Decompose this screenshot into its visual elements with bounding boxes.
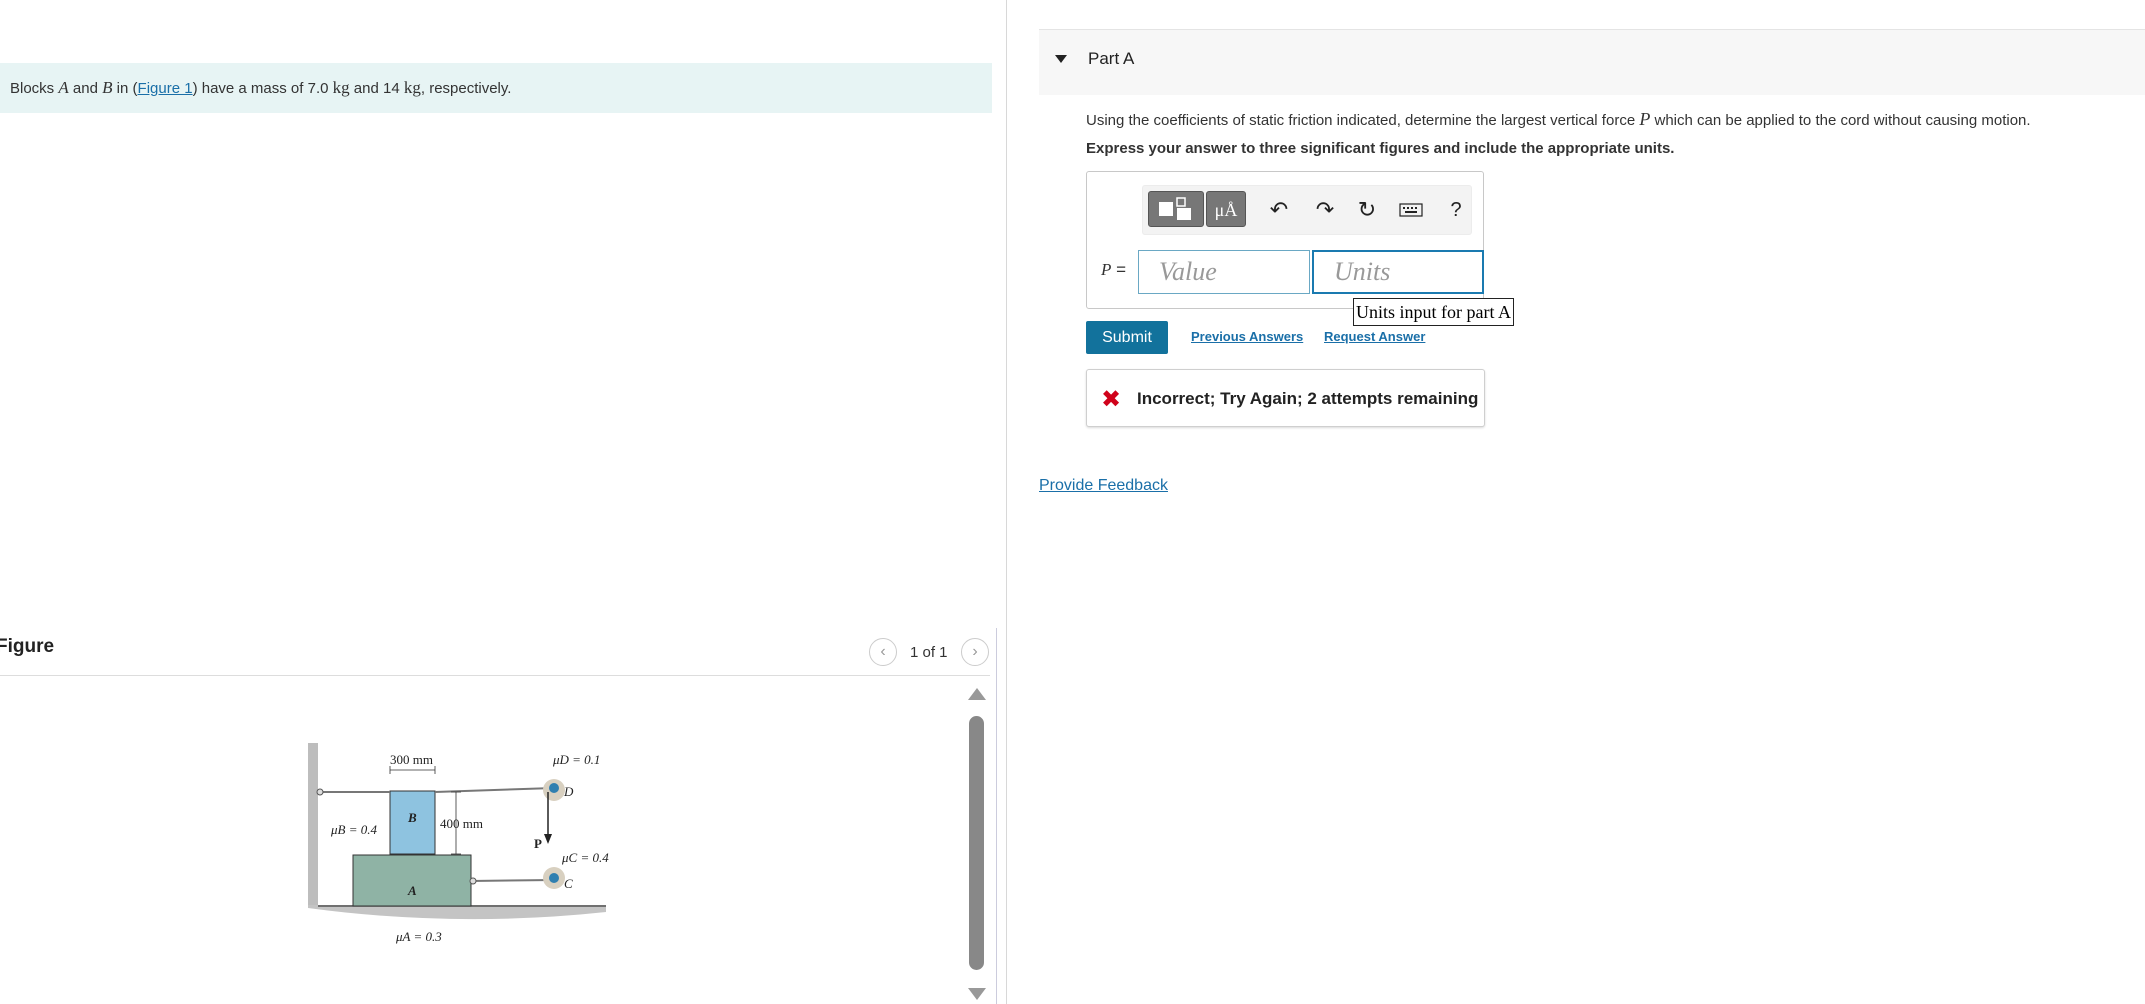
block-a-label: A bbox=[407, 883, 417, 898]
units-tooltip: Units input for part A bbox=[1353, 298, 1514, 326]
feedback-box: ✖ Incorrect; Try Again; 2 attempts remai… bbox=[1086, 369, 1485, 427]
redo-icon[interactable]: ↷ bbox=[1311, 196, 1339, 224]
units-button[interactable]: μÅ bbox=[1206, 191, 1246, 227]
cord-b-d bbox=[434, 787, 555, 793]
problem-text: and 14 bbox=[349, 80, 404, 97]
var-b: B bbox=[102, 78, 113, 97]
block-a bbox=[352, 854, 472, 907]
answer-label: P = bbox=[1101, 260, 1126, 280]
provide-feedback-link[interactable]: Provide Feedback bbox=[1039, 477, 1168, 495]
answer-var: P bbox=[1101, 260, 1112, 279]
force-arrow bbox=[544, 834, 552, 844]
scrollbar-thumb[interactable] bbox=[969, 716, 984, 970]
unit-kg: kg bbox=[403, 78, 421, 97]
dim-300-label: 300 mm bbox=[390, 752, 433, 767]
ground bbox=[308, 905, 606, 920]
pulley-d-hub bbox=[549, 783, 559, 793]
problem-text: Blocks bbox=[10, 80, 59, 97]
reset-icon[interactable]: ↻ bbox=[1353, 196, 1381, 224]
question-var: P bbox=[1639, 109, 1651, 129]
chevron-left-icon: ‹ bbox=[880, 643, 886, 660]
part-title: Part A bbox=[1088, 49, 1135, 68]
mu-c-label: μC = 0.4 bbox=[561, 850, 609, 865]
value-input[interactable]: Value bbox=[1138, 250, 1310, 294]
pager-next-button[interactable]: › bbox=[961, 638, 989, 666]
answer-box: μÅ ↶ ↷ ↻ ? P = Value Units bbox=[1086, 171, 1484, 309]
pager-prev-button[interactable]: ‹ bbox=[869, 638, 897, 666]
mu-b-label: μB = 0.4 bbox=[330, 822, 377, 837]
templates-button[interactable] bbox=[1148, 191, 1204, 227]
block-b-label: B bbox=[407, 810, 417, 825]
question-text: Using the coefficients of static frictio… bbox=[1086, 109, 2031, 130]
figure-title: Figure bbox=[0, 636, 55, 657]
figure-diagram: 300 mm 400 mm μD = 0.1 μB = 0.4 μC = 0.4… bbox=[308, 743, 609, 944]
instructions: Express your answer to three significant… bbox=[1086, 140, 1675, 157]
question-post: which can be applied to the cord without… bbox=[1650, 112, 2031, 129]
templates-icon bbox=[1159, 197, 1191, 220]
submit-button[interactable]: Submit bbox=[1086, 321, 1168, 354]
wall bbox=[308, 743, 318, 908]
answer-eq: = bbox=[1111, 260, 1127, 279]
keyboard-icon[interactable] bbox=[1397, 196, 1425, 224]
question-pre: Using the coefficients of static frictio… bbox=[1086, 112, 1640, 129]
var-a: A bbox=[58, 78, 69, 97]
left-pane: Blocks A and B in (Figure 1) have a mass… bbox=[0, 0, 1006, 1004]
pager-text: 1 of 1 bbox=[910, 644, 948, 661]
part-header[interactable]: Part A bbox=[1039, 29, 2145, 95]
figure-divider bbox=[996, 628, 997, 1004]
feedback-text: Incorrect; Try Again; 2 attempts remaini… bbox=[1137, 389, 1479, 408]
pulley-c-label: C bbox=[564, 876, 573, 891]
pulley-d-label: D bbox=[563, 784, 574, 799]
problem-statement: Blocks A and B in (Figure 1) have a mass… bbox=[0, 63, 992, 113]
figure-header: Figure ‹ 1 of 1 › bbox=[0, 632, 990, 676]
force-p-label: P bbox=[534, 836, 542, 851]
scroll-down-arrow[interactable] bbox=[968, 988, 986, 1000]
problem-text: in ( bbox=[112, 80, 138, 97]
math-toolbar: μÅ ↶ ↷ ↻ ? bbox=[1142, 185, 1472, 235]
pane-divider[interactable] bbox=[1006, 0, 1007, 1004]
help-icon[interactable]: ? bbox=[1442, 196, 1470, 224]
scroll-up-arrow[interactable] bbox=[968, 688, 986, 700]
units-input[interactable]: Units bbox=[1312, 250, 1484, 294]
figure-link[interactable]: Figure 1 bbox=[138, 80, 193, 97]
mu-d-label: μD = 0.1 bbox=[552, 752, 600, 767]
chevron-right-icon: › bbox=[972, 643, 978, 660]
pulley-c-hub bbox=[549, 873, 559, 883]
mu-a-label: μA = 0.3 bbox=[395, 929, 442, 944]
unit-kg: kg bbox=[332, 78, 350, 97]
problem-text: ) have a mass of 7.0 bbox=[192, 80, 333, 97]
dim-400-label: 400 mm bbox=[440, 816, 483, 831]
previous-answers-link[interactable]: Previous Answers bbox=[1191, 329, 1303, 344]
cord-a-c bbox=[470, 879, 555, 882]
request-answer-link[interactable]: Request Answer bbox=[1324, 329, 1425, 344]
problem-text: and bbox=[68, 80, 103, 97]
undo-icon[interactable]: ↶ bbox=[1265, 196, 1293, 224]
error-x-icon: ✖ bbox=[1101, 386, 1122, 413]
problem-text: , respectively. bbox=[420, 80, 512, 97]
caret-down-icon[interactable] bbox=[1055, 55, 1067, 63]
